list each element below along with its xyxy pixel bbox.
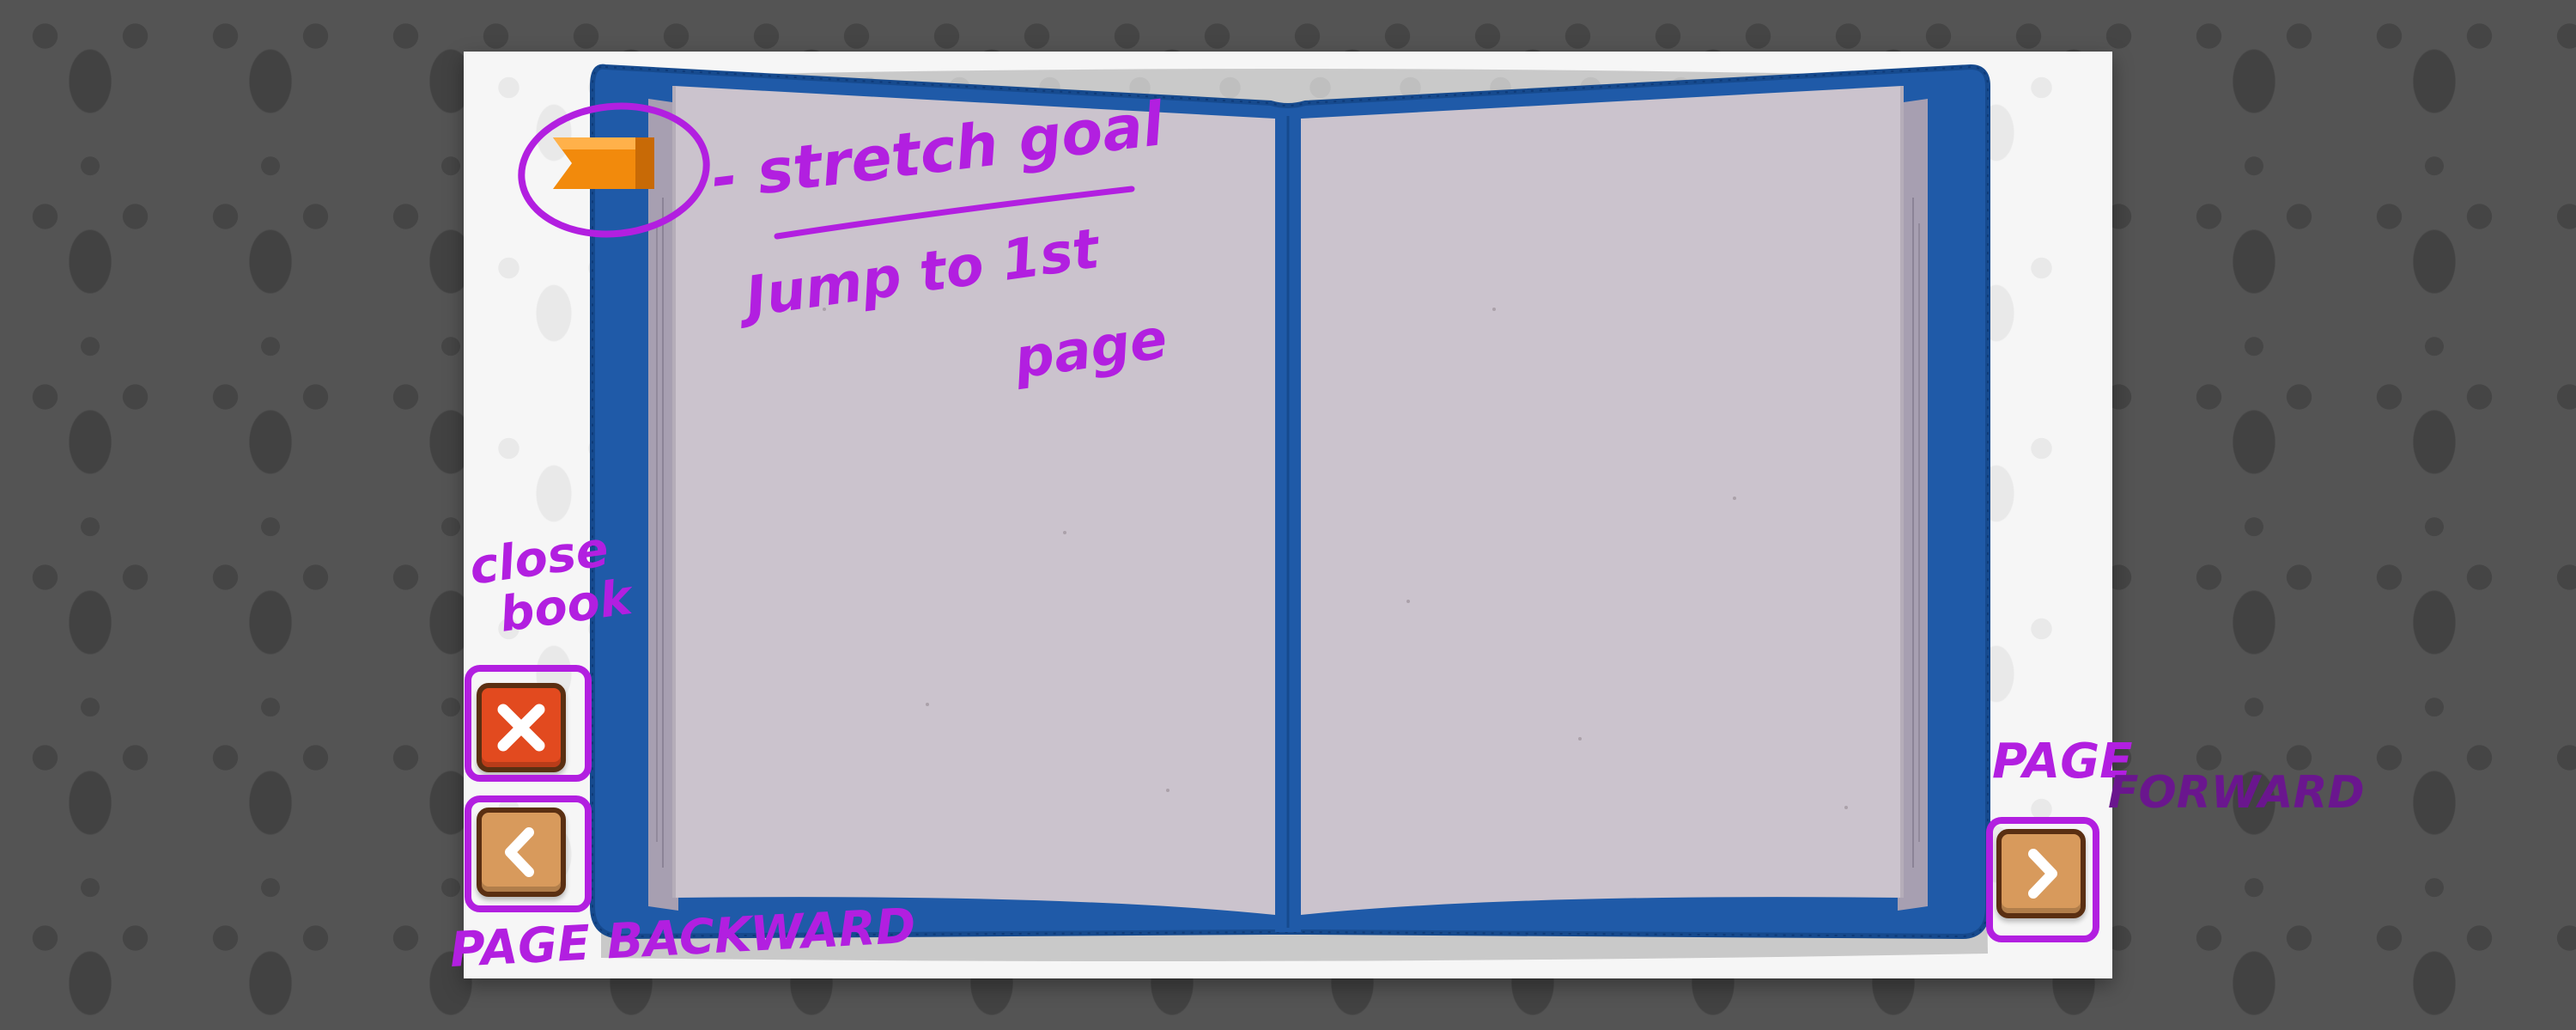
open-book xyxy=(590,64,1990,961)
close-book-button[interactable] xyxy=(477,683,566,772)
bookmark-button[interactable] xyxy=(550,129,661,198)
page-forward-button[interactable] xyxy=(1996,829,2086,918)
chevron-right-icon xyxy=(2028,849,2057,899)
close-x-icon xyxy=(497,704,545,752)
game-screen xyxy=(464,52,2112,978)
page-back-button[interactable] xyxy=(477,808,566,897)
chevron-left-icon xyxy=(505,827,534,877)
bookmark-ribbon-icon xyxy=(553,137,654,189)
right-page xyxy=(1301,86,1902,915)
forward-note-line2: FORWARD xyxy=(2108,767,2365,819)
left-page xyxy=(674,86,1275,915)
